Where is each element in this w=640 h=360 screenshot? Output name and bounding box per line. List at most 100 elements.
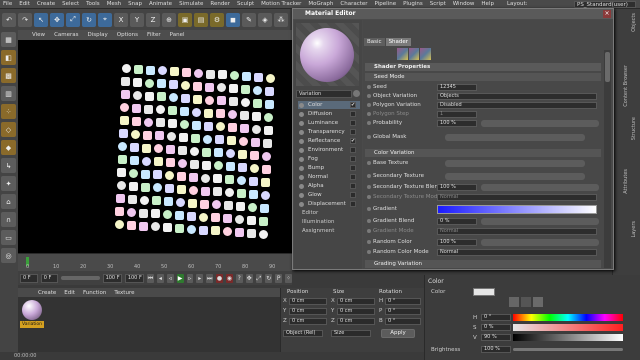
random-color-field[interactable]: 100 %	[437, 239, 477, 246]
record-icon[interactable]: ●	[216, 273, 223, 283]
sprite-object[interactable]	[226, 149, 236, 159]
channel-fog[interactable]: Fog	[298, 155, 360, 163]
coordinate-mode-select[interactable]: Object (Rel)	[283, 330, 323, 337]
hue-slider[interactable]	[513, 314, 623, 321]
sprite-object[interactable]	[167, 119, 177, 129]
layout-select[interactable]: PS_Standard(user)	[574, 1, 636, 8]
sprite-object[interactable]	[210, 226, 220, 236]
sprite-object[interactable]	[212, 200, 221, 210]
sprite-object[interactable]	[224, 201, 233, 211]
array-icon[interactable]: ⁂	[274, 12, 288, 27]
channel-reflectance[interactable]: Reflectance ✔	[298, 137, 360, 145]
viewport-menu-display[interactable]: Display	[88, 32, 108, 38]
sprite-object[interactable]	[246, 228, 256, 238]
sprite-object[interactable]	[189, 159, 199, 169]
sprite-object[interactable]	[216, 96, 226, 106]
sprite-object[interactable]	[200, 199, 209, 209]
parameter-dot[interactable]	[367, 240, 371, 244]
color-swatch[interactable]	[473, 288, 495, 296]
v-field[interactable]: 90 %	[481, 334, 511, 341]
sprite-object[interactable]	[176, 185, 186, 194]
random-color-mode-field[interactable]: Normal	[437, 249, 597, 256]
sprite-object[interactable]	[120, 90, 130, 99]
tab-shader[interactable]: Shader	[385, 38, 412, 46]
sprite-object[interactable]	[138, 221, 148, 231]
sprite-object[interactable]	[194, 68, 203, 78]
viewport-menu-options[interactable]: Options	[117, 32, 138, 38]
sprite-object[interactable]	[200, 186, 210, 196]
parameter-dot[interactable]	[367, 85, 371, 89]
sprite-object[interactable]	[129, 168, 139, 178]
sprite-object[interactable]	[203, 134, 212, 144]
sprite-object[interactable]	[187, 211, 197, 221]
sprite-object[interactable]	[190, 146, 200, 156]
sprite-object[interactable]	[131, 116, 141, 126]
sprite-object[interactable]	[158, 66, 167, 76]
sprite-object[interactable]	[156, 92, 166, 102]
sprite-object[interactable]	[214, 148, 224, 158]
sprite-object[interactable]	[251, 137, 260, 147]
right-tab-objects[interactable]: Objects	[631, 13, 637, 32]
menu-item-motion-tracker[interactable]: Motion Tracker	[261, 1, 301, 7]
sprite-object[interactable]	[176, 198, 185, 207]
global-mask-slider[interactable]	[445, 134, 585, 141]
sprite-object[interactable]	[118, 142, 128, 151]
channel-bump[interactable]: Bump	[298, 164, 360, 172]
previous-frame-icon[interactable]: ◃	[166, 273, 174, 283]
sprite-object[interactable]	[265, 86, 275, 96]
sprite-object[interactable]	[213, 161, 223, 171]
menu-item-file[interactable]: File	[3, 1, 12, 7]
sprite-object[interactable]	[128, 194, 137, 204]
preview-range-slider[interactable]	[61, 276, 100, 280]
snap-icon[interactable]: ⌂	[1, 194, 16, 209]
gradient-blend-field[interactable]: 0 %	[437, 218, 477, 225]
solo-icon[interactable]: ◎	[1, 248, 16, 263]
material-preview[interactable]	[296, 23, 359, 86]
sprite-object[interactable]	[122, 64, 131, 73]
secondary-texture-mode-field[interactable]: Normal	[437, 194, 597, 201]
sprite-object[interactable]	[174, 224, 184, 233]
object-variation-field[interactable]: Objects	[437, 93, 597, 100]
sprite-object[interactable]	[179, 133, 188, 142]
sprite-object[interactable]	[129, 155, 139, 165]
sprite-object[interactable]	[237, 176, 247, 185]
sprite-object[interactable]	[215, 135, 224, 145]
sprite-object[interactable]	[133, 77, 143, 87]
probability-slider[interactable]	[481, 120, 599, 127]
sprite-object[interactable]	[215, 122, 225, 132]
menu-item-pipeline[interactable]: Pipeline	[375, 1, 397, 7]
subdivision-icon[interactable]: ◈	[258, 12, 272, 27]
channel-checkbox[interactable]: ✔	[350, 102, 356, 108]
channel-glow[interactable]: Glow	[298, 191, 360, 199]
sprite-object[interactable]	[166, 145, 176, 155]
timeline[interactable]: 0 10 20 30 40 50 60 70 80 90	[18, 253, 292, 271]
scale-key-icon[interactable]: ⤢	[255, 273, 263, 283]
right-tab-content-browser[interactable]: Content Browser	[623, 65, 629, 107]
channel-checkbox[interactable]	[350, 174, 356, 180]
channel-checkbox[interactable]	[350, 183, 356, 189]
cube-icon[interactable]: ◼	[226, 12, 240, 27]
material-options-icon[interactable]	[353, 90, 360, 97]
sprite-object[interactable]	[169, 80, 179, 90]
sprite-object[interactable]	[250, 150, 260, 160]
material-menu-edit[interactable]: Edit	[64, 290, 75, 296]
sprite-object[interactable]	[155, 118, 165, 128]
sprite-object[interactable]	[205, 82, 215, 92]
parameter-dot[interactable]	[367, 185, 371, 189]
sprite-object[interactable]	[249, 176, 259, 186]
sprite-object[interactable]	[261, 177, 271, 187]
sprite-object[interactable]	[179, 120, 189, 129]
sprite-object[interactable]	[236, 189, 246, 198]
gradient-blend-slider[interactable]	[481, 218, 599, 225]
preview-start-field[interactable]: 0 F	[40, 273, 59, 283]
sprite-object[interactable]	[192, 94, 202, 104]
viewport-menu-filter[interactable]: Filter	[147, 32, 161, 38]
sprite-object[interactable]	[153, 157, 163, 167]
seed-field[interactable]: 12345	[437, 84, 477, 91]
seed-mode-header[interactable]: Seed Mode	[365, 73, 601, 81]
sprite-object[interactable]	[126, 220, 136, 230]
parameter-dot[interactable]	[367, 229, 371, 233]
value-slider[interactable]	[513, 334, 623, 341]
sprite-object[interactable]	[168, 93, 178, 103]
channel-checkbox[interactable]	[350, 192, 356, 198]
